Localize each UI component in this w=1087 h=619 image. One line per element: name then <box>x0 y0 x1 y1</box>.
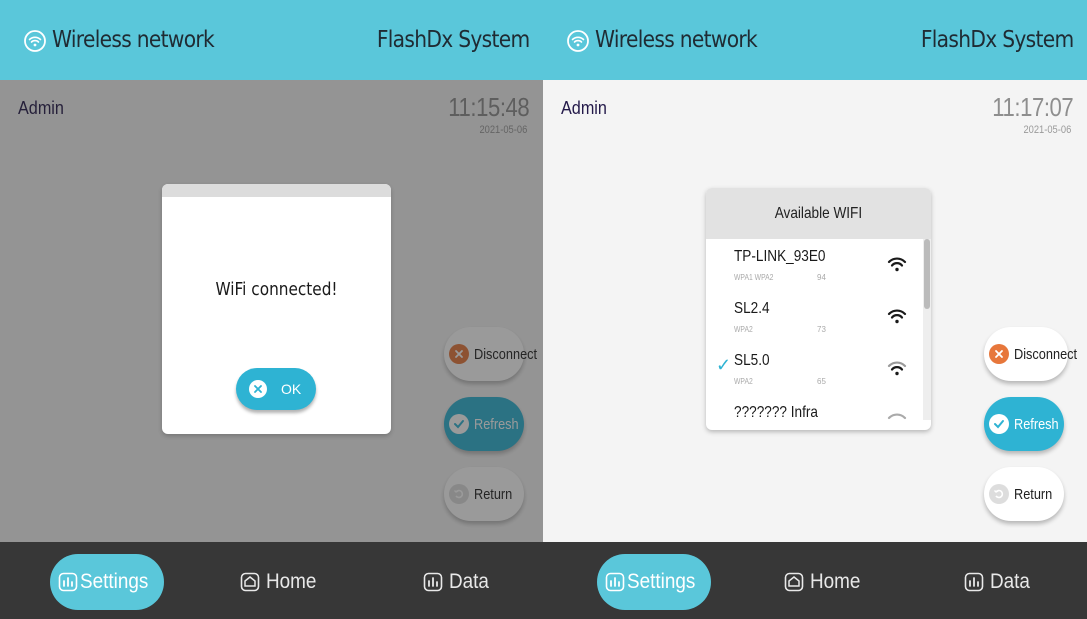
left-screen: Wireless network FlashDx System Admin 11… <box>0 0 543 619</box>
wifi-name: SL5.0 <box>734 352 770 369</box>
nav-settings[interactable]: Settings <box>597 554 711 610</box>
return-label: Return <box>1014 485 1053 503</box>
wifi-security: WPA1 WPA2 <box>734 273 774 282</box>
nav-settings-label: Settings <box>80 570 149 593</box>
nav-home-label: Home <box>810 570 861 593</box>
wifi-security: WPA2 <box>734 377 753 386</box>
settings-icon <box>58 572 78 592</box>
connected-check-icon: ✓ <box>716 355 732 375</box>
right-screen: Wireless network FlashDx System Admin 11… <box>543 0 1087 619</box>
close-icon <box>249 380 267 398</box>
wifi-network-item-connected[interactable]: ✓ SL5.0 WPA2 65 <box>706 343 931 395</box>
page-title: Wireless network <box>52 27 215 53</box>
wifi-panel-title: Available WIFI <box>774 204 863 222</box>
settings-icon <box>605 572 625 592</box>
nav-data-label: Data <box>990 570 1030 593</box>
bottom-nav: Settings Home Data <box>0 542 543 619</box>
wifi-list-scrollbar[interactable] <box>923 239 931 420</box>
home-icon <box>784 572 804 592</box>
return-button[interactable]: Return <box>984 467 1064 521</box>
wifi-name: TP-LINK_93E0 <box>734 248 826 265</box>
main-content: Admin 11:17:07 2021-05-06 Available WIFI… <box>543 80 1087 542</box>
wifi-signal-icon <box>887 309 907 324</box>
ok-button[interactable]: OK <box>236 368 316 410</box>
wifi-signal-icon <box>887 413 907 420</box>
wifi-circle-icon <box>24 30 46 52</box>
nav-home-label: Home <box>266 570 317 593</box>
wifi-signal: 94 <box>817 273 826 282</box>
disconnect-button[interactable]: Disconnect <box>984 327 1077 381</box>
wifi-circle-icon <box>567 30 589 52</box>
wifi-signal: 65 <box>817 377 826 386</box>
wifi-security: WPA2 <box>734 325 753 334</box>
disconnect-label: Disconnect <box>1014 345 1078 363</box>
refresh-label: Refresh <box>1014 415 1059 433</box>
check-icon <box>989 414 1009 434</box>
nav-data[interactable]: Data <box>964 554 1034 610</box>
top-bar: Wireless network FlashDx System <box>543 0 1087 80</box>
wifi-network-item[interactable]: SL2.4 WPA2 73 <box>706 291 931 343</box>
wifi-panel-header: Available WIFI <box>706 188 931 239</box>
nav-data[interactable]: Data <box>423 554 493 610</box>
wifi-network-item[interactable]: TP-LINK_93E0 WPA1 WPA2 94 <box>706 239 931 291</box>
wifi-signal-icon <box>887 257 907 272</box>
system-name: FlashDx System <box>920 27 1073 53</box>
return-icon <box>989 484 1009 504</box>
system-name: FlashDx System <box>376 27 529 53</box>
dialog-header <box>162 184 391 197</box>
available-wifi-panel: Available WIFI TP-LINK_93E0 WPA1 WPA2 94… <box>706 188 931 430</box>
wifi-name: ??????? Infra <box>734 404 818 420</box>
wifi-list[interactable]: TP-LINK_93E0 WPA1 WPA2 94 SL2.4 WPA2 73 <box>706 239 931 420</box>
nav-settings[interactable]: Settings <box>50 554 164 610</box>
dialog-message: WiFi connected! <box>215 279 338 300</box>
wifi-name: SL2.4 <box>734 300 770 317</box>
refresh-button[interactable]: Refresh <box>984 397 1064 451</box>
wifi-signal: 73 <box>817 325 826 334</box>
connection-dialog: WiFi connected! OK <box>162 184 391 434</box>
data-icon <box>423 572 443 592</box>
user-label: Admin <box>561 98 607 118</box>
nav-settings-label: Settings <box>627 570 696 593</box>
nav-home[interactable]: Home <box>784 554 866 610</box>
clock-time: 11:17:07 <box>992 92 1073 122</box>
wifi-network-item[interactable]: ??????? Infra <box>706 395 931 420</box>
page-title: Wireless network <box>595 27 758 53</box>
home-icon <box>240 572 260 592</box>
bottom-nav: Settings Home Data <box>543 542 1087 619</box>
close-icon <box>989 344 1009 364</box>
data-icon <box>964 572 984 592</box>
nav-home[interactable]: Home <box>240 554 322 610</box>
wifi-signal-icon <box>887 361 907 376</box>
scrollbar-thumb[interactable] <box>924 239 930 309</box>
nav-data-label: Data <box>449 570 489 593</box>
clock-date: 2021-05-06 <box>1023 124 1071 136</box>
top-bar: Wireless network FlashDx System <box>0 0 543 80</box>
ok-label: OK <box>281 381 302 397</box>
